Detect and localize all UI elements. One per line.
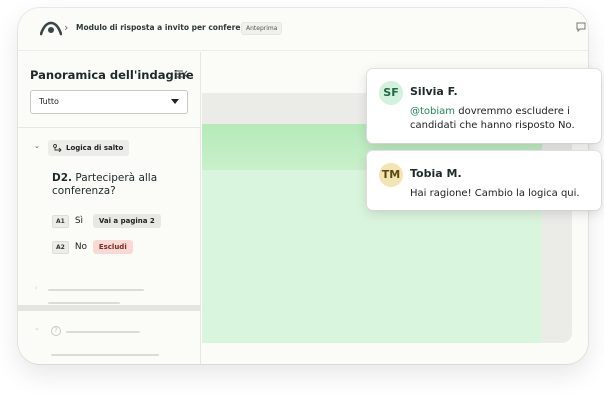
answer-code: A2	[52, 240, 69, 254]
brand-logo-icon[interactable]	[40, 21, 62, 37]
question-circle-icon: ?	[51, 326, 61, 336]
avatar: SF	[379, 81, 403, 105]
chevron-down-icon[interactable]: ⌄	[34, 142, 40, 150]
avatar: TM	[379, 163, 403, 187]
filter-selected-value: Tutto	[39, 97, 59, 106]
skip-logic-icon	[53, 144, 62, 152]
skip-logic-chip[interactable]: Logica di salto	[48, 140, 130, 156]
comment-card[interactable]: SF Silvia F. @tobiam dovremmo escludere …	[367, 69, 601, 143]
question-text[interactable]: D2. Parteciperà alla conferenza?	[52, 172, 192, 198]
panel-title: Panoramica dell'indagine	[30, 68, 194, 82]
survey-overview-panel: Panoramica dell'indagine Tutto ⌄ Logica …	[18, 52, 201, 364]
breadcrumb-chevron-icon: ›	[64, 21, 69, 34]
mention-link[interactable]: @tobiam	[410, 106, 455, 117]
comment-text: Hai ragione! Cambio la logica qui.	[410, 188, 580, 199]
answer-action-tag[interactable]: Vai a pagina 2	[92, 214, 161, 228]
filter-dropdown[interactable]: Tutto	[30, 90, 188, 114]
placeholder-line	[48, 289, 144, 291]
top-bar: › Modulo di risposta a invito per confer…	[18, 8, 588, 51]
comment-author: Tobia M.	[410, 167, 462, 180]
answer-label: No	[74, 242, 88, 252]
placeholder-line	[51, 354, 159, 356]
placeholder-line	[48, 302, 120, 304]
collapse-panel-icon[interactable]	[176, 69, 188, 79]
answer-row[interactable]: A2 No Escludi	[52, 239, 133, 255]
divider	[18, 127, 201, 128]
chevron-down-icon: ⌄	[34, 324, 40, 332]
chevron-right-icon: ›	[35, 284, 38, 292]
caret-down-icon	[171, 99, 179, 104]
answer-row[interactable]: A1 Sì Vai a pagina 2	[52, 213, 161, 229]
placeholder-line	[66, 331, 140, 333]
question-code: D2.	[52, 172, 73, 184]
skip-logic-label: Logica di salto	[66, 144, 124, 152]
answer-action-tag[interactable]: Escludi	[92, 240, 133, 254]
section-divider	[18, 305, 201, 311]
comment-card[interactable]: TM Tobia M. Hai ragione! Cambio la logic…	[367, 151, 601, 210]
answer-label: Sì	[74, 216, 84, 226]
breadcrumb-survey-title[interactable]: Modulo di risposta a invito per conferen…	[76, 23, 255, 32]
preview-badge: Anteprima	[241, 22, 283, 35]
comment-text: @tobiam dovremmo escludere i candidati c…	[410, 105, 604, 133]
answer-code: A1	[52, 214, 69, 228]
comment-bubble-icon[interactable]	[576, 22, 586, 32]
comment-author: Silvia F.	[410, 85, 458, 98]
